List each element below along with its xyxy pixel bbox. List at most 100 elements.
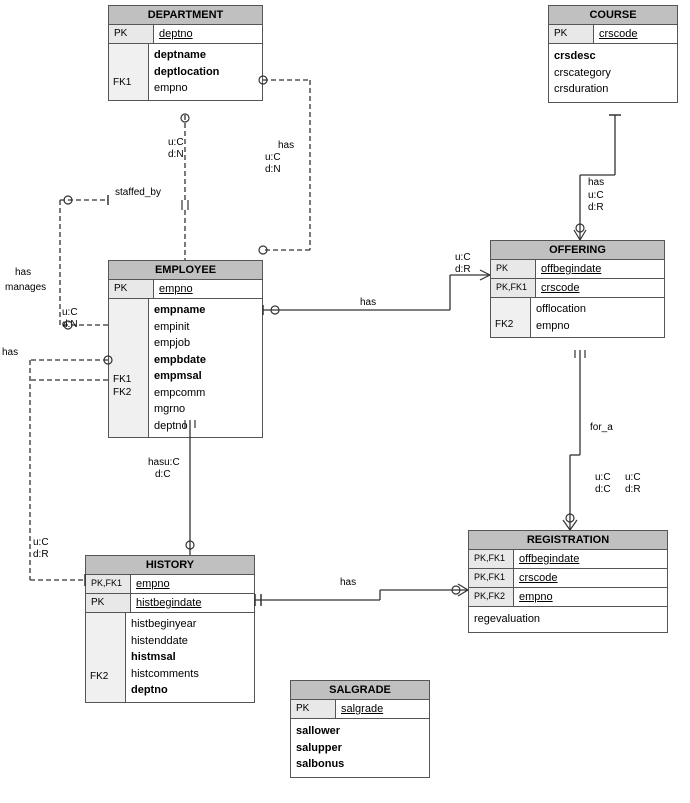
offering-fk-col: FK2 [491, 298, 531, 337]
label-dn-left: d:N [62, 319, 78, 330]
label-dr-off: d:R [455, 264, 471, 275]
label-hasu-c: hasu:C [148, 457, 180, 468]
emp-attr-5: empmsal [154, 368, 206, 385]
salgrade-attr-3: salbonus [296, 756, 424, 773]
label-staffed-by: staffed_by [115, 187, 161, 198]
label-dc-hist: d:C [155, 469, 171, 480]
emp-attr-3: empjob [154, 335, 206, 352]
dept-pk-label: PK [109, 25, 154, 43]
course-attr-1: crsdesc [554, 48, 672, 65]
history-pkfk1-label: PK,FK1 [86, 575, 131, 593]
reg-pkfk1-2-label: PK,FK1 [469, 569, 514, 587]
emp-attr-2: empinit [154, 319, 206, 336]
label-uc-dept: u:C [168, 137, 184, 148]
dept-attrs-section: FK1 deptname deptlocation empno [109, 44, 262, 100]
course-header: COURSE [549, 6, 677, 25]
offering-attr-1: offlocation [536, 301, 586, 318]
label-uc-course: u:C [588, 190, 604, 201]
entity-employee: EMPLOYEE PK empno FK1 FK2 empname empini… [108, 260, 263, 438]
entity-department: DEPARTMENT PK deptno FK1 deptname deptlo… [108, 5, 263, 101]
course-pk-field: crscode [594, 25, 643, 43]
diagram-container: COURSE PK crscode crsdesc crscategory cr… [0, 0, 690, 803]
label-has-course: has [588, 177, 604, 188]
reg-pk-field3: empno [514, 588, 558, 606]
history-attr-5: deptno [131, 682, 199, 699]
offering-pkfk-label: PK,FK1 [491, 279, 536, 297]
history-attr-3: histmsal [131, 649, 199, 666]
reg-attr-1: regevaluation [474, 611, 662, 628]
emp-attr-7: mgrno [154, 401, 206, 418]
history-attr-1: histbeginyear [131, 616, 199, 633]
emp-attr-1: empname [154, 302, 206, 319]
label-has-hist-reg: has [340, 577, 356, 588]
entity-offering: OFFERING PK offbegindate PK,FK1 crscode … [490, 240, 665, 338]
salgrade-attr-2: salupper [296, 740, 424, 757]
history-header: HISTORY [86, 556, 254, 575]
history-pk-label: PK [86, 594, 131, 612]
history-attrs-col: histbeginyear histenddate histmsal histc… [126, 613, 204, 702]
course-pk-label: PK [549, 25, 594, 43]
emp-pk-field: empno [154, 280, 198, 298]
employee-header: EMPLOYEE [109, 261, 262, 280]
entity-registration: REGISTRATION PK,FK1 offbegindate PK,FK1 … [468, 530, 668, 633]
label-dr-far: d:R [33, 549, 49, 560]
salgrade-pk-label: PK [291, 700, 336, 718]
offering-attr-2: empno [536, 318, 586, 335]
salgrade-attr-1: sallower [296, 723, 424, 740]
offering-attrs-col: offlocation empno [531, 298, 591, 337]
reg-pk-field2: crscode [514, 569, 563, 587]
offering-pk-label: PK [491, 260, 536, 278]
emp-pk-label: PK [109, 280, 154, 298]
label-has-left: has [15, 267, 31, 278]
reg-pkfk2-label: PK,FK2 [469, 588, 514, 606]
label-dr-course: d:R [588, 202, 604, 213]
label-uc-for-a: u:C [595, 472, 611, 483]
label-dn-dept2: d:N [265, 164, 281, 175]
offering-pk-field2: crscode [536, 279, 585, 297]
dept-attr-3: empno [154, 80, 219, 97]
label-manages: manages [5, 282, 46, 293]
offering-header: OFFERING [491, 241, 664, 260]
salgrade-header: SALGRADE [291, 681, 429, 700]
history-pk-field2: histbegindate [131, 594, 206, 612]
course-attrs: crsdesc crscategory crsduration [549, 44, 677, 102]
emp-attr-4: empbdate [154, 352, 206, 369]
history-attrs-section: FK2 histbeginyear histenddate histmsal h… [86, 613, 254, 702]
dept-attr-2: deptlocation [154, 64, 219, 81]
label-uc-left: u:C [62, 307, 78, 318]
history-attr-2: histenddate [131, 633, 199, 650]
emp-fk-col: FK1 FK2 [109, 299, 149, 437]
salgrade-attrs: sallower salupper salbonus [291, 719, 429, 777]
emp-attrs-section: FK1 FK2 empname empinit empjob empbdate … [109, 299, 262, 437]
emp-attrs-col: empname empinit empjob empbdate empmsal … [149, 299, 211, 437]
label-dn-dept: d:N [168, 149, 184, 160]
registration-header: REGISTRATION [469, 531, 667, 550]
history-attr-4: histcomments [131, 666, 199, 683]
salgrade-pk-field: salgrade [336, 700, 388, 718]
dept-pk-field: deptno [154, 25, 198, 43]
label-uc-dept2: u:C [265, 152, 281, 163]
reg-pk-field1: offbegindate [514, 550, 584, 568]
label-uc-off: u:C [455, 252, 471, 263]
label-has-emp-off: has [360, 297, 376, 308]
emp-attr-6: empcomm [154, 385, 206, 402]
emp-attr-8: deptno [154, 418, 206, 435]
label-for-a: for_a [590, 422, 613, 433]
label-dr-reg: d:R [625, 484, 641, 495]
dept-fk-col: FK1 [109, 44, 149, 100]
label-has-dept-emp: has [278, 140, 294, 151]
label-uc-far: u:C [33, 537, 49, 548]
offering-attrs-section: FK2 offlocation empno [491, 298, 664, 337]
label-dc-for-a: d:C [595, 484, 611, 495]
entity-history: HISTORY PK,FK1 empno PK histbegindate FK… [85, 555, 255, 703]
label-has-far: has [2, 347, 18, 358]
history-fk-col: FK2 [86, 613, 126, 702]
dept-attrs-col: deptname deptlocation empno [149, 44, 224, 100]
entity-salgrade: SALGRADE PK salgrade sallower salupper s… [290, 680, 430, 778]
department-header: DEPARTMENT [109, 6, 262, 25]
reg-attrs: regevaluation [469, 607, 667, 632]
course-attr-2: crscategory [554, 65, 672, 82]
history-pk-field1: empno [131, 575, 175, 593]
label-uc-reg: u:C [625, 472, 641, 483]
entity-course: COURSE PK crscode crsdesc crscategory cr… [548, 5, 678, 103]
